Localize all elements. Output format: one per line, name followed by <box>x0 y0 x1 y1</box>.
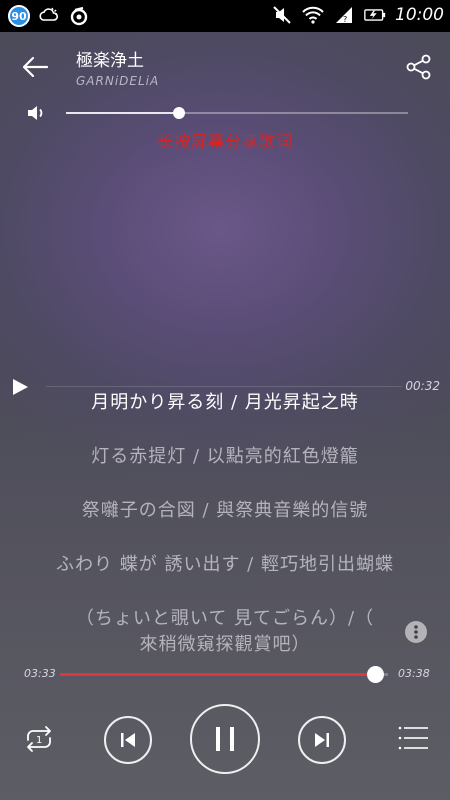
pause-icon <box>216 727 234 751</box>
volume-thumb[interactable] <box>172 107 185 119</box>
wifi-icon <box>302 4 324 26</box>
volume-slider[interactable] <box>66 107 408 119</box>
title-block: 極楽浄土 GARNiDELiA <box>76 46 159 88</box>
playlist-button[interactable] <box>398 725 428 751</box>
progress-bar[interactable] <box>60 666 388 683</box>
lyric-line-current: 月明かり昇る刻 / 月光昇起之時 <box>91 392 359 413</box>
volume-fill <box>66 112 179 114</box>
share-button[interactable] <box>404 52 434 82</box>
artist-name: GARNiDELiA <box>76 74 160 88</box>
svg-text:1: 1 <box>36 735 42 746</box>
lyric-line: 來稍微窺探觀賞吧） <box>139 634 311 655</box>
total-time: 03:38 <box>398 667 430 680</box>
repeat-one-icon: 1 <box>27 726 51 752</box>
notification-badge: 90 <box>8 5 30 27</box>
previous-button[interactable] <box>104 716 152 764</box>
playlist-icon <box>398 726 428 750</box>
lyric-line: 灯る赤提灯 / 以點亮的紅色燈籠 <box>91 446 359 467</box>
battery-charging-icon <box>364 4 386 26</box>
back-button[interactable] <box>18 50 52 84</box>
progress-thumb[interactable] <box>366 666 384 683</box>
lyric-line: 祭囃子の合図 / 與祭典音樂的信號 <box>81 500 369 521</box>
repeat-button[interactable]: 1 <box>22 725 56 753</box>
lyric-seek-line <box>46 386 402 387</box>
weather-icon <box>38 5 60 27</box>
share-icon <box>406 54 431 80</box>
progress-fill <box>60 673 375 676</box>
next-button[interactable] <box>298 716 346 764</box>
lyric-line: （ちょいと覗いて 見てごらん）/（ <box>75 608 375 629</box>
svg-text:?: ? <box>343 15 347 24</box>
lyric-line: ふわり 蝶が 誘い出す / 輕巧地引出蝴蝶 <box>56 554 394 575</box>
clock: 10:00 <box>395 5 444 25</box>
header: 極楽浄土 GARNiDELiA <box>0 32 450 102</box>
skip-next-icon <box>315 733 329 747</box>
arrow-left-icon <box>22 56 49 78</box>
mute-icon <box>271 4 293 26</box>
pause-button[interactable] <box>190 704 260 774</box>
song-title: 極楽浄土 <box>76 51 144 71</box>
share-lyrics-hint: 长按屏幕分享歌词 <box>156 132 293 151</box>
current-time: 03:33 <box>24 667 56 680</box>
more-vertical-icon <box>414 625 418 639</box>
status-bar: 90 ? 10:00 <box>0 0 450 32</box>
more-options-button[interactable] <box>405 621 427 643</box>
signal-icon: ? <box>333 4 355 26</box>
volume-icon[interactable] <box>26 104 48 122</box>
skip-previous-icon <box>121 733 135 747</box>
app-icon <box>68 5 90 27</box>
